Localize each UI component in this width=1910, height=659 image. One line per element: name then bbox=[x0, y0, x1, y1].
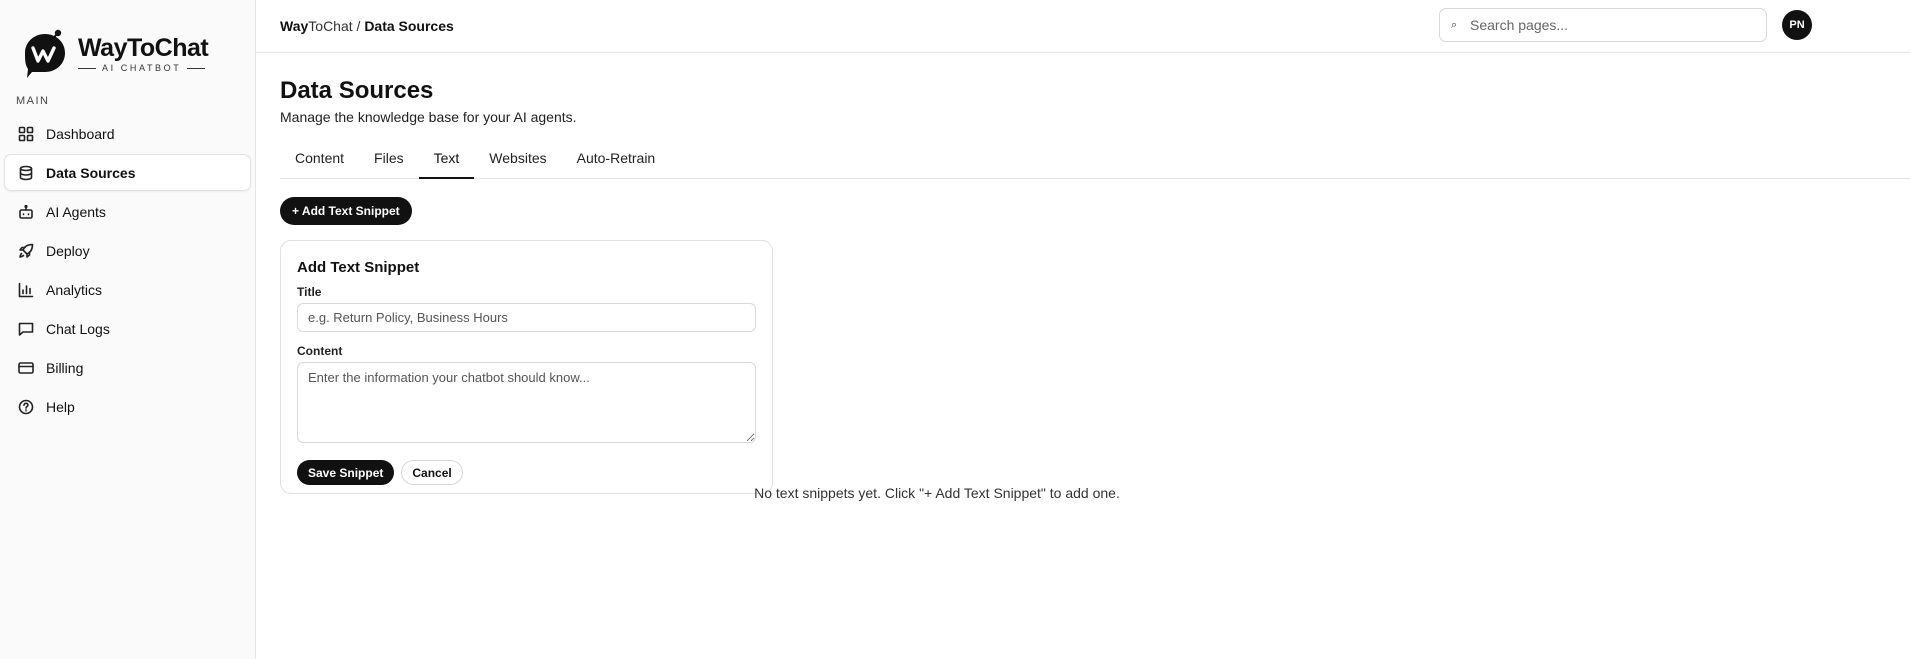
breadcrumb-current: Data Sources bbox=[364, 18, 454, 34]
sidebar-item-dashboard[interactable]: Dashboard bbox=[4, 115, 251, 152]
content-label: Content bbox=[297, 344, 343, 358]
top-bar: WayToChat / Data Sources ⌕ PN bbox=[256, 0, 1910, 53]
sidebar-item-label: Data Sources bbox=[46, 164, 136, 181]
add-snippet-form: Add Text Snippet Title Content Save Snip… bbox=[280, 240, 773, 494]
sidebar-item-chat-logs[interactable]: Chat Logs bbox=[4, 310, 251, 347]
sidebar-item-label: Help bbox=[46, 398, 75, 415]
sidebar-item-label: Dashboard bbox=[46, 125, 115, 142]
main-area: WayToChat / Data Sources ⌕ PN Data Sourc… bbox=[256, 0, 1910, 659]
sidebar-section-label: MAIN bbox=[16, 95, 50, 107]
search-icon: ⌕ bbox=[1451, 18, 1458, 31]
sidebar-item-billing[interactable]: Billing bbox=[4, 349, 251, 386]
tab-websites[interactable]: Websites bbox=[474, 141, 561, 179]
content-textarea[interactable] bbox=[297, 362, 756, 443]
tab-bar: Content Files Text Websites Auto-Retrain bbox=[280, 141, 1910, 179]
help-circle-icon bbox=[18, 399, 34, 415]
sidebar-item-help[interactable]: Help bbox=[4, 388, 251, 425]
empty-state-message: No text snippets yet. Click "+ Add Text … bbox=[754, 485, 1120, 501]
sidebar-item-label: Billing bbox=[46, 359, 84, 376]
save-snippet-button[interactable]: Save Snippet bbox=[297, 460, 395, 485]
sidebar-nav: Dashboard Data Sources AI Agents Deploy bbox=[0, 115, 255, 425]
breadcrumb-separator: / bbox=[352, 18, 365, 34]
sidebar-item-label: AI Agents bbox=[46, 203, 106, 220]
breadcrumb-root[interactable]: WayToChat bbox=[280, 18, 353, 34]
brand-tagline: AI CHATBOT bbox=[102, 63, 182, 73]
form-actions: Save Snippet Cancel bbox=[297, 460, 756, 485]
page-content: Data Sources Manage the knowledge base f… bbox=[256, 77, 1910, 501]
page-title: Data Sources bbox=[280, 77, 434, 104]
sidebar: WayToChat AI CHATBOT MAIN Dashboard Data… bbox=[0, 0, 256, 659]
form-title: Add Text Snippet bbox=[297, 259, 420, 276]
tab-content[interactable]: Content bbox=[280, 141, 359, 179]
bar-chart-icon bbox=[18, 282, 34, 298]
sidebar-item-analytics[interactable]: Analytics bbox=[4, 271, 251, 308]
message-square-icon bbox=[18, 321, 34, 337]
breadcrumb: WayToChat / Data Sources bbox=[280, 18, 454, 34]
grid-icon bbox=[18, 126, 34, 142]
chat-bubble-logo-icon bbox=[20, 28, 70, 80]
page-subtitle: Manage the knowledge base for your AI ag… bbox=[280, 109, 577, 125]
tab-files[interactable]: Files bbox=[359, 141, 419, 179]
rocket-icon bbox=[18, 243, 34, 259]
sidebar-item-deploy[interactable]: Deploy bbox=[4, 232, 251, 269]
brand-logo[interactable]: WayToChat AI CHATBOT bbox=[0, 0, 255, 88]
title-input[interactable] bbox=[297, 303, 756, 332]
add-text-snippet-button[interactable]: + Add Text Snippet bbox=[280, 197, 412, 225]
sidebar-item-data-sources[interactable]: Data Sources bbox=[4, 154, 251, 191]
avatar[interactable]: PN bbox=[1782, 10, 1812, 40]
bot-icon bbox=[18, 204, 34, 220]
sidebar-item-ai-agents[interactable]: AI Agents bbox=[4, 193, 251, 230]
database-icon bbox=[18, 165, 34, 181]
search-input[interactable] bbox=[1470, 17, 1750, 33]
cancel-button[interactable]: Cancel bbox=[401, 460, 463, 485]
sidebar-item-label: Chat Logs bbox=[46, 320, 110, 337]
sidebar-item-label: Deploy bbox=[46, 242, 90, 259]
sidebar-item-label: Analytics bbox=[46, 281, 103, 298]
brand-name: WayToChat bbox=[78, 34, 209, 62]
search-box[interactable]: ⌕ bbox=[1439, 8, 1767, 42]
title-label: Title bbox=[297, 285, 322, 299]
tab-text[interactable]: Text bbox=[418, 141, 475, 179]
tab-auto-retrain[interactable]: Auto-Retrain bbox=[562, 141, 671, 179]
credit-card-icon bbox=[18, 360, 34, 376]
